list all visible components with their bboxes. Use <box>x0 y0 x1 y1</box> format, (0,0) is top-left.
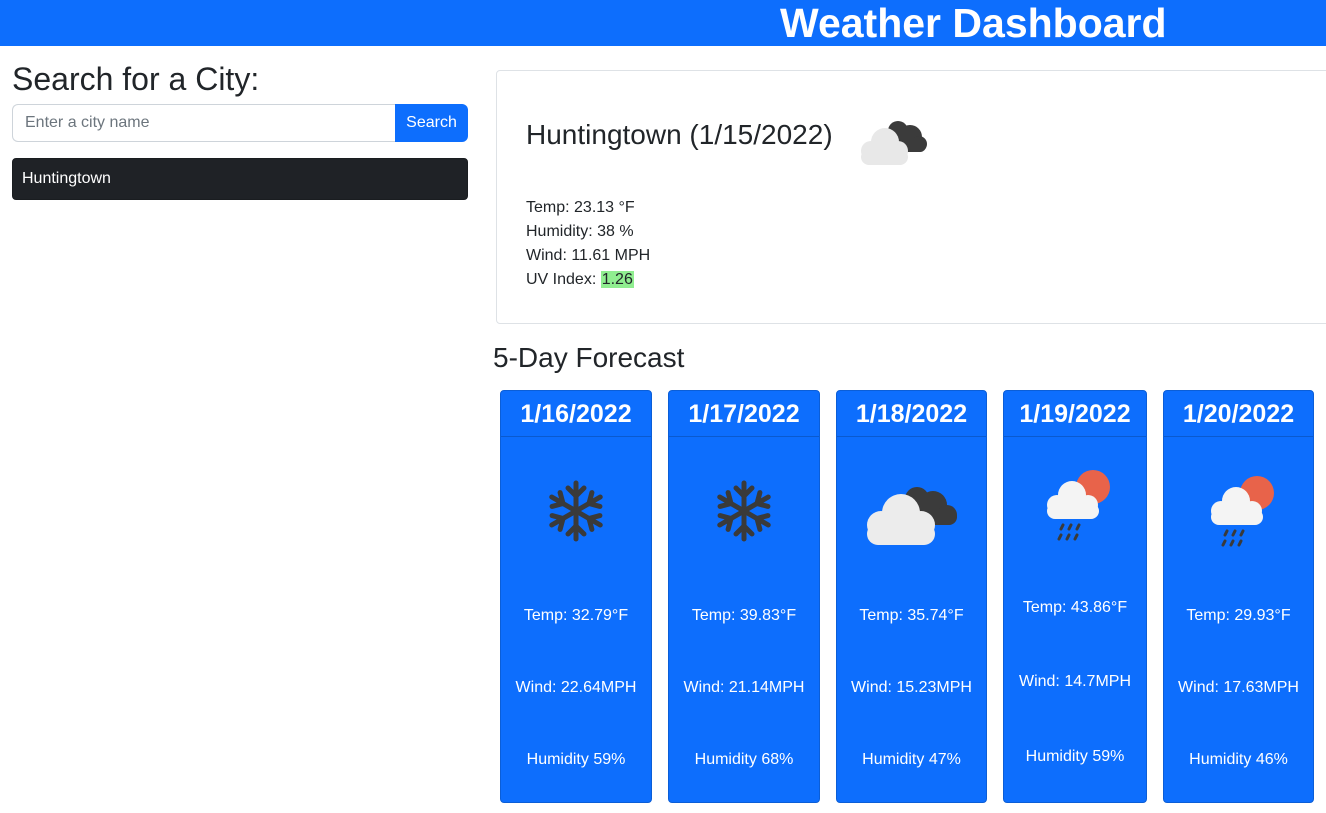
city-search-input[interactable] <box>12 104 396 142</box>
forecast-card: 1/20/2022 Temp: 29.93°F Wind: 17.63MPH H… <box>1163 390 1314 803</box>
current-wind: Wind: 11.61 MPH <box>526 247 651 264</box>
forecast-temp: Temp: 43.86°F <box>1022 599 1128 616</box>
forecast-temp: Temp: 39.83°F <box>691 607 797 624</box>
forecast-card: 1/19/2022 Temp: 43.86°F Wind: 14.7MPH Hu… <box>1003 390 1147 803</box>
forecast-temp: Temp: 29.93°F <box>1186 607 1291 624</box>
current-weather-card: Huntingtown (1/15/2022) Temp: 23.13 °F H… <box>496 70 1326 324</box>
history-item-huntingtown[interactable]: Huntingtown <box>12 158 468 200</box>
forecast-wind: Wind: 22.64MPH <box>515 679 637 696</box>
sun-rain-cloud-icon <box>1164 471 1313 551</box>
forecast-temp: Temp: 35.74°F <box>859 607 964 624</box>
forecast-date: 1/19/2022 <box>1004 391 1146 437</box>
forecast-heading: 5-Day Forecast <box>493 342 685 373</box>
forecast-date: 1/18/2022 <box>837 391 986 437</box>
forecast-wind: Wind: 21.14MPH <box>683 679 805 696</box>
snowflake-icon <box>501 471 651 551</box>
forecast-card: 1/16/2022 Temp: 32.79°F Wind: 22.64MPH H… <box>500 390 652 803</box>
forecast-card: 1/17/2022 Temp: 39.83°F Wind: 21.14MPH H… <box>668 390 820 803</box>
forecast-humidity: Humidity 59% <box>1025 748 1125 765</box>
current-humidity: Humidity: 38 % <box>526 223 634 240</box>
forecast-card: 1/18/2022 Temp: 35.74°F Wind: 15.23MPH H… <box>836 390 987 803</box>
snowflake-icon <box>669 471 819 551</box>
forecast-humidity: Humidity 47% <box>862 751 961 768</box>
uv-index-badge: 1.26 <box>600 271 634 288</box>
search-heading: Search for a City: <box>12 61 260 97</box>
forecast-date: 1/17/2022 <box>669 391 819 437</box>
search-button[interactable]: Search <box>395 104 468 142</box>
forecast-temp: Temp: 32.79°F <box>523 607 629 624</box>
current-city-title: Huntingtown (1/15/2022) <box>526 119 833 150</box>
cloudy-icon <box>861 121 927 165</box>
sun-rain-cloud-icon <box>1004 465 1146 545</box>
forecast-date: 1/16/2022 <box>501 391 651 437</box>
header-bar: Weather Dashboard <box>0 0 1326 46</box>
forecast-wind: Wind: 17.63MPH <box>1178 679 1299 696</box>
page-title: Weather Dashboard <box>780 0 1167 46</box>
uv-index-label: UV Index: <box>526 271 601 288</box>
forecast-humidity: Humidity 59% <box>526 751 626 768</box>
cloudy-icon <box>837 471 986 551</box>
forecast-humidity: Humidity 46% <box>1189 751 1288 768</box>
current-uv-index: UV Index: 1.26 <box>526 270 634 290</box>
forecast-date: 1/20/2022 <box>1164 391 1313 437</box>
current-temp: Temp: 23.13 °F <box>526 199 635 216</box>
forecast-wind: Wind: 14.7MPH <box>1018 673 1132 690</box>
forecast-humidity: Humidity 68% <box>694 751 794 768</box>
forecast-wind: Wind: 15.23MPH <box>851 679 972 696</box>
